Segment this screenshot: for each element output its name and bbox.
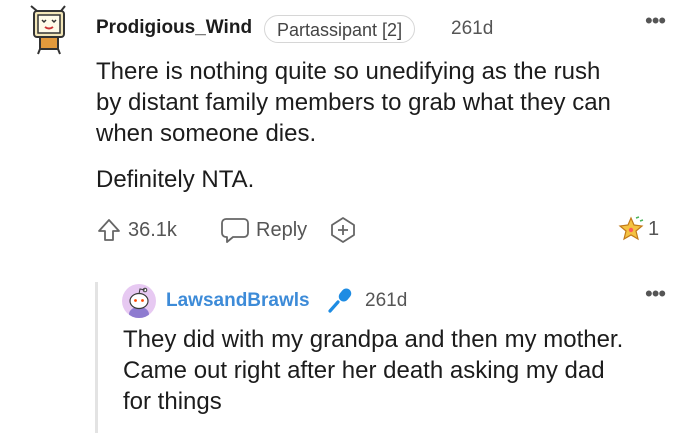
user-flair: Partassipant [2] <box>264 15 416 43</box>
comment-line: for things <box>123 388 222 415</box>
more-dots-icon[interactable]: ••• <box>645 281 666 307</box>
reply-label: Reply <box>256 218 308 241</box>
timestamp: 261d <box>451 18 494 39</box>
award-number: 1 <box>648 217 660 240</box>
comment-body: They did with my grandpa and then my mot… <box>123 324 683 417</box>
reply-bubble-icon <box>220 216 250 244</box>
comment-body: There is nothing quite so unedifying as … <box>96 56 686 149</box>
award-plus-icon <box>329 216 357 244</box>
award-count[interactable]: 1 <box>618 216 659 242</box>
vote-count: 36.1k <box>128 218 177 241</box>
comment-line: by distant family members to grab what t… <box>96 89 611 116</box>
microphone-icon <box>327 286 355 314</box>
comment-line: There is nothing quite so unedifying as … <box>96 58 601 85</box>
comment-body-second: Definitely NTA. <box>96 166 255 193</box>
username[interactable]: LawsandBrawls <box>166 290 310 312</box>
star-award-icon <box>618 216 644 242</box>
avatar[interactable] <box>25 5 75 55</box>
more-dots-icon[interactable]: ••• <box>645 8 666 34</box>
comment-line: when someone dies. <box>96 120 317 147</box>
username[interactable]: Prodigious_Wind <box>96 17 252 39</box>
thread-line[interactable] <box>95 282 98 433</box>
award-button[interactable] <box>329 214 357 246</box>
avatar[interactable] <box>122 284 156 318</box>
timestamp: 261d <box>365 290 408 311</box>
upvote-button[interactable]: 36.1k <box>96 214 177 246</box>
reply-button[interactable]: Reply <box>220 214 307 246</box>
comment-line: Came out right after her death asking my… <box>123 357 605 384</box>
comment-line: They did with my grandpa and then my mot… <box>123 326 624 353</box>
upvote-icon <box>96 217 122 243</box>
